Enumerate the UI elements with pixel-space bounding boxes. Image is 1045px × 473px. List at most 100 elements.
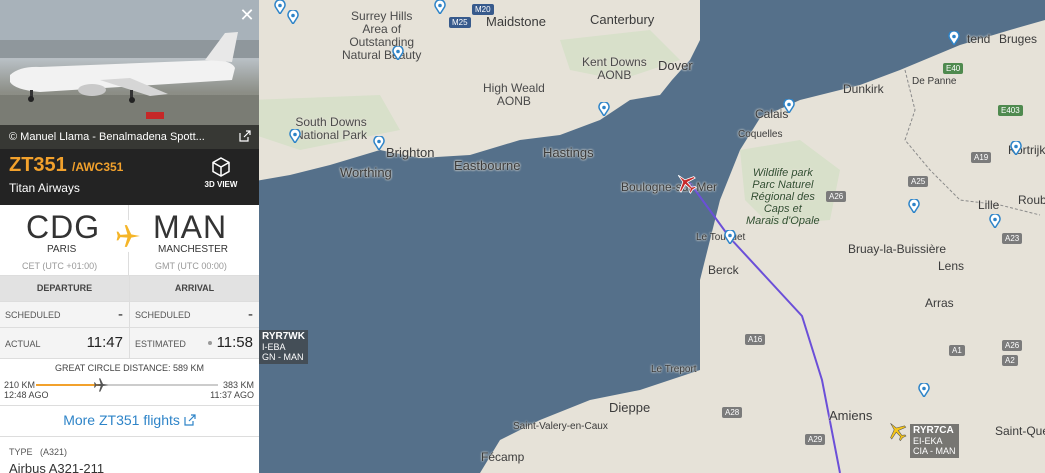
place-bruges: Bruges xyxy=(999,32,1038,46)
place-surrey-hills: Surrey Hills Area of Outstanding Natural… xyxy=(342,9,422,62)
road-e40: E40 xyxy=(943,63,964,74)
actual-departure-value: 11:47 xyxy=(86,334,123,351)
external-link-icon[interactable] xyxy=(239,130,251,142)
road-a19: A19 xyxy=(971,152,992,163)
progress-airplane-icon xyxy=(93,378,109,392)
aircraft-photo[interactable]: ✕ © Manuel Llama - Benalmadena Spott... xyxy=(0,0,259,149)
destination-timezone: GMT (UTC 00:00) xyxy=(155,261,227,271)
flight-info-panel: ✕ © Manuel Llama - Benalmadena Spott... … xyxy=(0,0,259,473)
map-pin-icon[interactable] xyxy=(1010,141,1022,155)
map-pin-icon[interactable] xyxy=(724,230,736,244)
aircraft-type-block: TYPE (A321) Airbus A321-211 xyxy=(0,437,259,473)
road-e403: E403 xyxy=(998,105,1023,116)
selected-aircraft-icon[interactable] xyxy=(674,171,698,195)
place-worthing: Worthing xyxy=(340,165,392,180)
distance-remaining-km: 383 KM xyxy=(222,380,254,390)
place-boulogne: Boulogne-sur-Mer xyxy=(621,180,718,194)
schedule-table: DEPARTURE ARRIVAL SCHEDULED - SCHEDULED … xyxy=(0,276,259,359)
aircraft-callsign: RYR7WK xyxy=(262,331,305,342)
place-arras: Arras xyxy=(925,296,954,310)
photo-credit: © Manuel Llama - Benalmadena Spott... xyxy=(0,125,259,149)
distance-flown: 210 KM 12:48 AGO xyxy=(4,380,49,400)
map-pin-icon[interactable] xyxy=(287,10,299,24)
arrival-heading: ARRIVAL xyxy=(129,276,259,301)
map-pin-icon[interactable] xyxy=(989,214,1001,228)
distance-flown-ago: 12:48 AGO xyxy=(4,390,49,400)
scheduled-arrival-value: - xyxy=(248,306,253,323)
place-de-panne: De Panne xyxy=(912,76,957,87)
road-a2: A2 xyxy=(1002,355,1018,366)
distance-remaining-ago: 11:37 AGO xyxy=(210,390,254,400)
map-pin-icon[interactable] xyxy=(392,46,404,60)
place-ostend: tend xyxy=(967,32,991,46)
road-m20: M20 xyxy=(472,4,494,15)
photo-credit-text: © Manuel Llama - Benalmadena Spott... xyxy=(9,131,205,143)
place-canterbury: Canterbury xyxy=(590,12,655,27)
place-fecamp: Fécamp xyxy=(481,450,525,464)
place-coquelles: Coquelles xyxy=(738,129,783,140)
more-flights-label: More ZT351 flights xyxy=(63,412,180,428)
road-a29: A29 xyxy=(805,434,826,445)
road-m25: M25 xyxy=(449,17,471,28)
aircraft-route: CIA - MAN xyxy=(913,446,956,456)
airline-name[interactable]: Titan Airways xyxy=(9,181,80,195)
place-lille: Lille xyxy=(978,198,1000,212)
place-kent-downs: Kent Downs AONB xyxy=(582,55,647,82)
type-key: TYPE xyxy=(9,447,33,457)
map-pin-icon[interactable] xyxy=(373,136,385,150)
scheduled-departure-cell: SCHEDULED - xyxy=(0,302,129,327)
place-hastings: Hastings xyxy=(543,145,594,160)
close-icon[interactable]: ✕ xyxy=(238,6,256,24)
map-pin-icon[interactable] xyxy=(783,99,795,113)
actual-label: ACTUAL xyxy=(5,339,41,349)
map-pin-icon[interactable] xyxy=(598,102,610,116)
aircraft-icon[interactable] xyxy=(886,420,908,442)
map-pin-icon[interactable] xyxy=(274,0,286,14)
origin-city: PARIS xyxy=(47,244,77,255)
scheduled-departure-value: - xyxy=(118,306,123,323)
flight-callsign: /AWC351 xyxy=(72,160,124,174)
actual-departure-cell: ACTUAL 11:47 xyxy=(0,328,129,358)
place-le-touquet: Le Touquet xyxy=(696,232,746,243)
flight-progress-fill xyxy=(36,384,101,386)
flight-progress-bar xyxy=(36,378,218,392)
destination-city: MANCHESTER xyxy=(158,244,229,255)
flight-header: ZT351 /AWC351 Titan Airways 3D VIEW xyxy=(0,149,259,205)
aircraft-reg: I-EBA xyxy=(262,342,286,352)
origin-timezone: CET (UTC +01:00) xyxy=(22,261,98,271)
aircraft-label-ryr7ca[interactable]: RYR7CA EI-EKA CIA - MAN xyxy=(910,424,959,458)
more-flights-link[interactable]: More ZT351 flights xyxy=(0,406,259,437)
map-pin-icon[interactable] xyxy=(918,383,930,397)
map-pin-icon[interactable] xyxy=(908,199,920,213)
schedule-header-row: DEPARTURE ARRIVAL xyxy=(0,276,259,302)
map-pin-icon[interactable] xyxy=(289,129,301,143)
road-a25: A25 xyxy=(908,176,929,187)
origin-code[interactable]: CDG xyxy=(26,209,100,246)
flight-number: ZT351 xyxy=(9,154,67,176)
view-3d-button[interactable]: 3D VIEW xyxy=(201,156,241,189)
map-pin-icon[interactable] xyxy=(434,0,446,14)
scheduled-label: SCHEDULED xyxy=(135,310,191,320)
estimated-arrival-cell: ESTIMATED 11:58 xyxy=(129,328,259,358)
map-pin-icon[interactable] xyxy=(948,31,960,45)
route-block: CDG PARIS CET (UTC +01:00) MAN MANCHESTE… xyxy=(0,205,259,276)
place-bruay: Bruay-la-Buissière xyxy=(848,242,947,256)
distance-block: GREAT CIRCLE DISTANCE: 589 KM 210 KM 12:… xyxy=(0,359,259,406)
aircraft-callsign: RYR7CA xyxy=(913,425,954,436)
place-dunkirk: Dunkirk xyxy=(843,82,884,96)
place-wildlife-park: Wildlife park Parc Naturel Régional des … xyxy=(746,167,820,227)
scheduled-label: SCHEDULED xyxy=(5,310,61,320)
place-south-downs: South Downs National Park xyxy=(295,115,368,142)
estimated-label: ESTIMATED xyxy=(135,339,186,349)
aircraft-reg: EI-EKA xyxy=(913,436,943,446)
place-lens: Lens xyxy=(938,259,965,273)
destination-code[interactable]: MAN xyxy=(153,209,227,246)
road-a26-east: A26 xyxy=(1002,340,1023,351)
road-a28: A28 xyxy=(722,407,743,418)
road-a16: A16 xyxy=(745,334,766,345)
aircraft-label-ryr7wk[interactable]: RYR7WK I-EBA GN - MAN xyxy=(259,330,308,364)
place-maidstone: Maidstone xyxy=(486,14,546,29)
road-a23: A23 xyxy=(1002,233,1023,244)
scheduled-arrival-cell: SCHEDULED - xyxy=(129,302,259,327)
place-brighton: Brighton xyxy=(386,145,435,160)
